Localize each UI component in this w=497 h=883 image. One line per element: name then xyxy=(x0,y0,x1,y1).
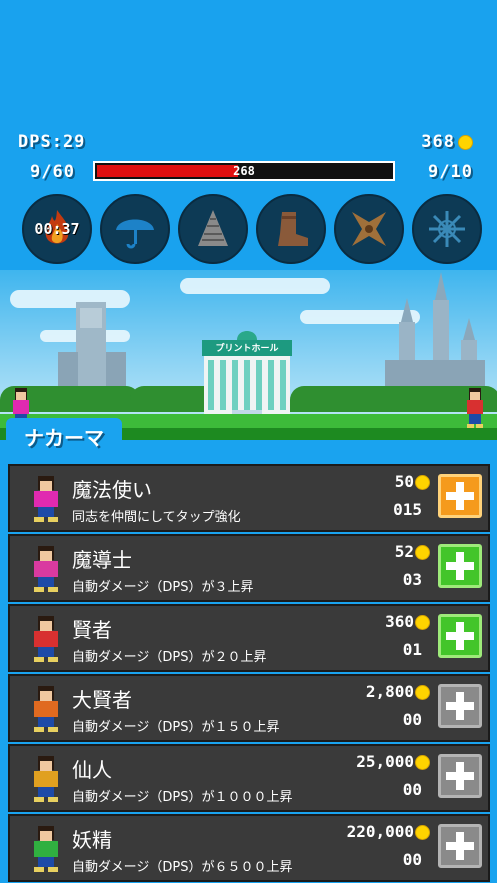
upgrade-button[interactable] xyxy=(438,824,482,868)
ally-row: 仙人 自動ダメージ（DPS）が１０００上昇 25,000 00 xyxy=(8,744,490,812)
skill-timer: 00:37 xyxy=(34,220,80,238)
ally-list[interactable]: 魔法使い 同志を仲間にしてタップ強化 50 015 魔導士 自動ダメージ（DPS… xyxy=(0,458,497,883)
ally-row: 妖精 自動ダメージ（DPS）が６５００上昇 220,000 00 xyxy=(8,814,490,882)
ally-cost: 360 xyxy=(385,612,414,631)
ally-cost: 52 xyxy=(394,542,414,561)
ally-level: 00 xyxy=(402,780,422,799)
ally-description: 自動ダメージ（DPS）が３上昇 xyxy=(72,580,254,595)
ally-row: 魔導士 自動ダメージ（DPS）が３上昇 52 03 xyxy=(8,534,490,602)
hud: DPS:29 368 9/60 268 9/10 00:37 xyxy=(0,0,497,270)
tab-nakama[interactable]: ナカーマ xyxy=(6,418,122,458)
ally-level: 00 xyxy=(402,850,422,869)
coin-icon xyxy=(415,545,430,560)
ally-level: 015 xyxy=(393,500,422,519)
skill-shuriken[interactable] xyxy=(334,194,404,264)
ally-cost: 50 xyxy=(394,472,414,491)
coin-icon xyxy=(458,135,473,150)
upgrade-button[interactable] xyxy=(438,544,482,588)
hero-sprite xyxy=(467,388,483,428)
skill-fire[interactable]: 00:37 xyxy=(22,194,92,264)
ally-avatar xyxy=(34,686,58,732)
skill-boot[interactable] xyxy=(256,194,326,264)
ally-avatar xyxy=(34,546,58,592)
coin-icon xyxy=(415,615,430,630)
ally-description: 自動ダメージ（DPS）が６５００上昇 xyxy=(72,860,293,875)
coin-icon xyxy=(415,825,430,840)
ally-level: 03 xyxy=(402,570,422,589)
ally-name: 大賢者 xyxy=(72,688,132,712)
upgrade-button[interactable] xyxy=(438,754,482,798)
wave-progress: 9/10 xyxy=(428,162,473,182)
ally-name: 仙人 xyxy=(72,758,112,782)
ally-row: 魔法使い 同志を仲間にしてタップ強化 50 015 xyxy=(8,464,490,532)
ally-row: 大賢者 自動ダメージ（DPS）が１５０上昇 2,800 00 xyxy=(8,674,490,742)
drill-icon xyxy=(198,210,228,246)
skill-snowflake[interactable] xyxy=(412,194,482,264)
ally-name: 賢者 xyxy=(72,618,112,642)
ally-avatar xyxy=(34,616,58,662)
ally-name: 魔導士 xyxy=(72,548,132,572)
ally-level: 01 xyxy=(402,640,422,659)
upgrade-button[interactable] xyxy=(438,474,482,518)
ally-description: 同志を仲間にしてタップ強化 xyxy=(72,510,241,525)
boot-icon xyxy=(278,212,308,246)
dps-counter: DPS:29 xyxy=(18,132,86,152)
ally-description: 自動ダメージ（DPS）が１５０上昇 xyxy=(72,720,280,735)
ally-description: 自動ダメージ（DPS）が２０上昇 xyxy=(72,650,267,665)
enemy-hp-text: 268 xyxy=(233,164,255,178)
ally-name: 妖精 xyxy=(72,828,112,852)
ally-avatar xyxy=(34,756,58,802)
upgrade-button[interactable] xyxy=(438,614,482,658)
ally-cost: 25,000 xyxy=(356,752,414,771)
cloud xyxy=(180,278,330,294)
ally-cost: 2,800 xyxy=(365,682,414,701)
coin-icon xyxy=(415,755,430,770)
stage-progress: 9/60 xyxy=(30,162,75,182)
gold-counter: 368 xyxy=(421,132,455,152)
ally-description: 自動ダメージ（DPS）が１０００上昇 xyxy=(72,790,293,805)
ally-level: 00 xyxy=(402,710,422,729)
battle-scene[interactable]: プリントホール xyxy=(0,270,497,440)
shuriken-icon xyxy=(352,212,386,246)
coin-icon xyxy=(415,685,430,700)
enemy-hp-bar: 268 xyxy=(93,161,395,181)
umbrella-icon xyxy=(116,219,154,249)
shop-sign: プリントホール xyxy=(215,344,279,354)
skill-umbrella[interactable] xyxy=(100,194,170,264)
snowflake-icon xyxy=(429,211,465,247)
ally-cost: 220,000 xyxy=(346,822,414,841)
ally-avatar xyxy=(34,476,58,522)
coin-icon xyxy=(415,475,430,490)
skill-bar: 00:37 xyxy=(22,194,482,266)
upgrade-button[interactable] xyxy=(438,684,482,728)
ally-row: 賢者 自動ダメージ（DPS）が２０上昇 360 01 xyxy=(8,604,490,672)
ally-name: 魔法使い xyxy=(72,478,152,502)
skill-drill[interactable] xyxy=(178,194,248,264)
ally-avatar xyxy=(34,826,58,872)
